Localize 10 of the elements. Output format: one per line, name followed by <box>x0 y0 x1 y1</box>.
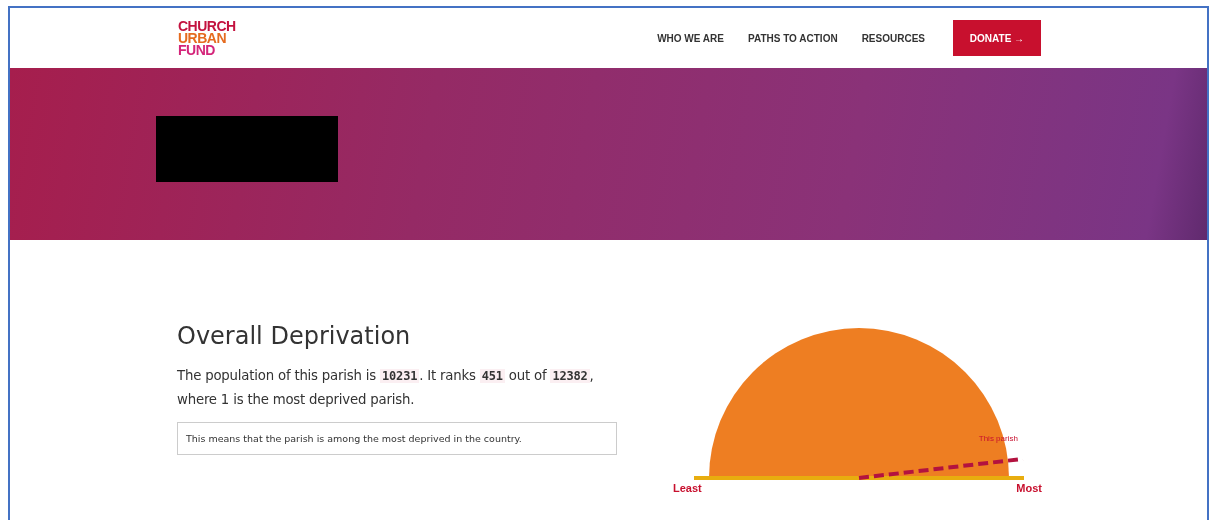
logo[interactable]: CHURCH URBAN FUND <box>178 20 236 56</box>
axis-min-label: Least <box>673 482 702 494</box>
donate-button[interactable]: DONATE → <box>953 20 1041 56</box>
nav-link[interactable]: WHO WE ARE <box>657 32 724 44</box>
nav-link[interactable]: RESOURCES <box>861 32 925 44</box>
note-box: This means that the parish is among the most deprived in the country. <box>177 422 617 455</box>
section-heading: Overall Deprivation <box>177 322 412 350</box>
axis-max-label: Most <box>1016 482 1042 494</box>
intro-paragraph: The population of this parish is 10231. It ranks 451 out of 12382, where 1 is the most deprived parish. <box>177 367 595 409</box>
nav-link[interactable]: PATHS TO ACTION <box>748 32 838 44</box>
